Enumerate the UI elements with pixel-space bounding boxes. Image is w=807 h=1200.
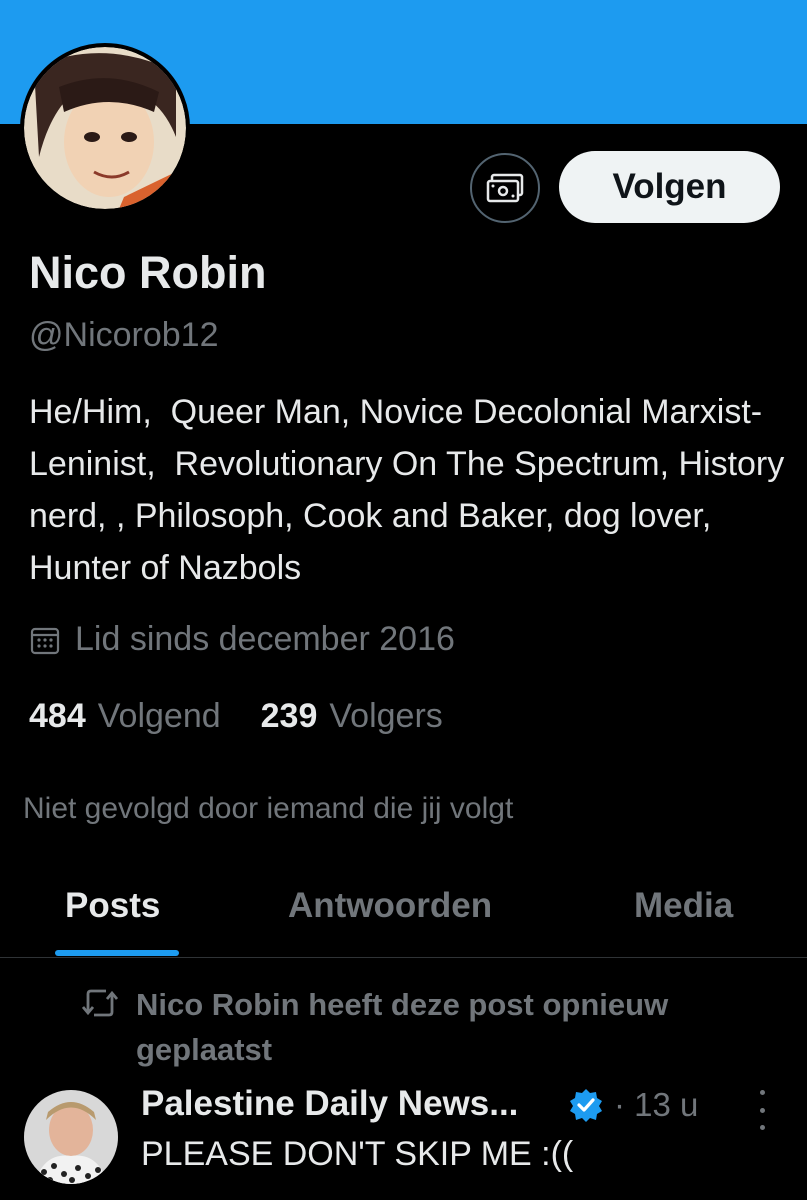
- followers-label: Volgers: [329, 697, 443, 735]
- follow-button[interactable]: Volgen: [559, 151, 780, 223]
- joined-date-row: Lid sinds december 2016: [29, 620, 455, 659]
- post-author-name[interactable]: Palestine Daily News...: [141, 1084, 518, 1124]
- repost-text: Nico Robin heeft deze post opnieuw gepla…: [136, 987, 669, 1067]
- following-label: Volgend: [97, 697, 221, 735]
- profile-avatar[interactable]: [20, 43, 190, 213]
- profile-tabs: Posts Antwoorden Media: [0, 860, 807, 956]
- tab-posts[interactable]: Posts: [65, 886, 160, 926]
- calendar-icon: [30, 627, 60, 654]
- verified-badge-icon: [570, 1089, 602, 1122]
- tab-replies[interactable]: Antwoorden: [288, 886, 492, 926]
- repost-context[interactable]: Nico Robin heeft deze post opnieuw gepla…: [80, 982, 776, 1072]
- tabs-divider: [0, 957, 807, 958]
- post-text: PLEASE DON'T SKIP ME :((: [141, 1135, 574, 1173]
- following-link[interactable]: 484 Volgend: [29, 697, 221, 736]
- follow-counts: 484 Volgend 239 Volgers: [29, 697, 443, 736]
- followers-count: 239: [260, 697, 318, 735]
- avatar-image: [24, 47, 186, 209]
- repost-icon: [81, 989, 119, 1017]
- profile-bio: He/Him, Queer Man, Novice Decolonial Mar…: [29, 393, 794, 587]
- active-tab-indicator: [55, 950, 179, 956]
- more-options-icon[interactable]: [753, 1090, 771, 1130]
- tab-media[interactable]: Media: [634, 886, 733, 926]
- followers-link[interactable]: 239 Volgers: [261, 697, 443, 736]
- profile-handle: @Nicorob12: [29, 316, 219, 354]
- following-count: 484: [29, 697, 86, 735]
- author-avatar-image: [24, 1090, 118, 1184]
- post-timestamp[interactable]: · 13 u: [614, 1086, 698, 1124]
- joined-date-text: Lid sinds december 2016: [75, 620, 455, 658]
- post-author-avatar[interactable]: [24, 1090, 118, 1184]
- profile-name: Nico Robin: [29, 247, 267, 298]
- money-icon: [486, 173, 524, 203]
- subscribe-button[interactable]: [470, 153, 540, 223]
- not-followed-notice: Niet gevolgd door iemand die jij volgt: [23, 792, 514, 825]
